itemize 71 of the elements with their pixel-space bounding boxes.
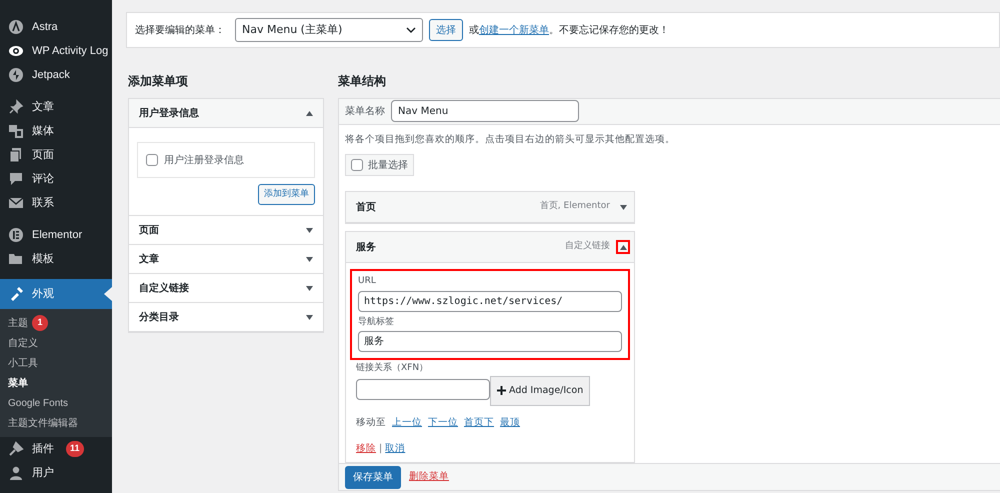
field-label: 菜单名称 — [345, 104, 385, 119]
create-menu-link[interactable]: 创建一个新菜单 — [479, 24, 549, 36]
toggle-button[interactable] — [616, 240, 630, 254]
move-link[interactable]: 最顶 — [500, 416, 520, 430]
instruction-text: 或创建一个新菜单。不要忘记保存您的更改！ — [469, 24, 669, 38]
pages-icon — [8, 147, 24, 163]
add-to-menu-button[interactable]: 添加到菜单 — [258, 184, 315, 205]
field-label: URL — [358, 275, 377, 288]
e-logo-icon — [8, 227, 24, 243]
collapse-icon — [306, 110, 313, 116]
delete-menu-link[interactable]: 删除菜单 — [409, 470, 449, 484]
hint-text: 将各个项目拖到您喜欢的顺序。点击项目右边的箭头可显示其他配置选项。 — [345, 132, 676, 147]
menu-name-field[interactable]: Nav Menu — [391, 100, 579, 122]
submenu-item[interactable]: Google Fonts — [0, 393, 112, 413]
pin-icon — [8, 99, 24, 115]
submenu-item[interactable]: 主题 1 — [0, 313, 112, 333]
pointer-icon — [104, 287, 112, 301]
menu-item-bar[interactable]: 首页 首页, Elementor — [346, 192, 634, 224]
user-icon — [8, 465, 24, 481]
item-title: 服务 — [356, 240, 377, 255]
speech-bubble-icon — [8, 171, 24, 187]
url-field[interactable]: https://www.szlogic.net/services/ — [358, 290, 622, 312]
triangle-logo-icon — [8, 19, 24, 35]
count-badge: 11 — [66, 441, 84, 457]
chevron-icon — [406, 27, 416, 33]
bolt-icon — [8, 67, 24, 83]
section-heading: 添加菜单项 — [128, 73, 189, 90]
eye-icon — [8, 43, 24, 59]
xfn-field[interactable] — [356, 378, 490, 400]
section-heading: 菜单结构 — [338, 73, 387, 90]
submenu-item[interactable]: 主题文件编辑器 — [0, 413, 112, 433]
plug-icon — [8, 441, 24, 457]
submenu-item[interactable]: 小工具 — [0, 353, 112, 373]
add-image-button[interactable]: Add Image/Icon — [490, 376, 590, 406]
save-menu-button[interactable]: 保存菜单 — [345, 466, 401, 489]
move-label: 移动至 — [356, 416, 386, 430]
envelope-icon — [8, 195, 24, 211]
separator: | — [379, 442, 382, 456]
checkbox[interactable] — [351, 159, 363, 172]
item-type: 自定义链接 — [565, 240, 610, 254]
expand-icon — [306, 256, 313, 262]
checkbox-label: 用户注册登录信息 — [164, 154, 244, 168]
item-type: 首页, Elementor — [540, 200, 610, 214]
expand-icon — [620, 204, 626, 210]
item-title: 首页 — [356, 200, 377, 215]
folder-icon — [8, 251, 24, 267]
expand-icon — [306, 228, 313, 232]
accordion-header[interactable]: 用户登录信息 — [129, 99, 323, 128]
select-label: 选择要编辑的菜单： — [135, 24, 225, 38]
expand-icon — [306, 314, 313, 320]
field-label: 链接关系（XFN） — [356, 362, 430, 376]
submenu-item[interactable]: 自定义 — [0, 333, 112, 353]
move-link[interactable]: 下一位 — [428, 416, 458, 430]
menu-dropdown[interactable]: Nav Menu (主菜单) — [235, 18, 423, 42]
navigation-label-field[interactable]: 服务 — [358, 331, 622, 352]
collapse-icon — [620, 244, 626, 250]
expand-icon — [306, 286, 313, 290]
bulk-select-control[interactable]: 批量选择 — [345, 154, 414, 176]
sidebar-item[interactable]: 外观 — [0, 279, 112, 309]
move-link[interactable]: 首页下 — [464, 416, 494, 430]
submenu-item[interactable]: 菜单 — [0, 373, 112, 393]
menu-item-bar[interactable]: 服务 自定义链接 — [346, 232, 634, 264]
remove-link[interactable]: 移除 — [356, 442, 376, 456]
plus-icon — [497, 386, 506, 396]
select-button[interactable]: 选择 — [429, 19, 463, 41]
checkbox[interactable] — [146, 154, 158, 166]
field-label: 导航标签 — [358, 316, 395, 329]
cancel-link[interactable]: 取消 — [385, 442, 406, 456]
media-icon — [8, 123, 24, 139]
move-link[interactable]: 上一位 — [392, 416, 422, 430]
count-badge: 1 — [32, 315, 48, 331]
